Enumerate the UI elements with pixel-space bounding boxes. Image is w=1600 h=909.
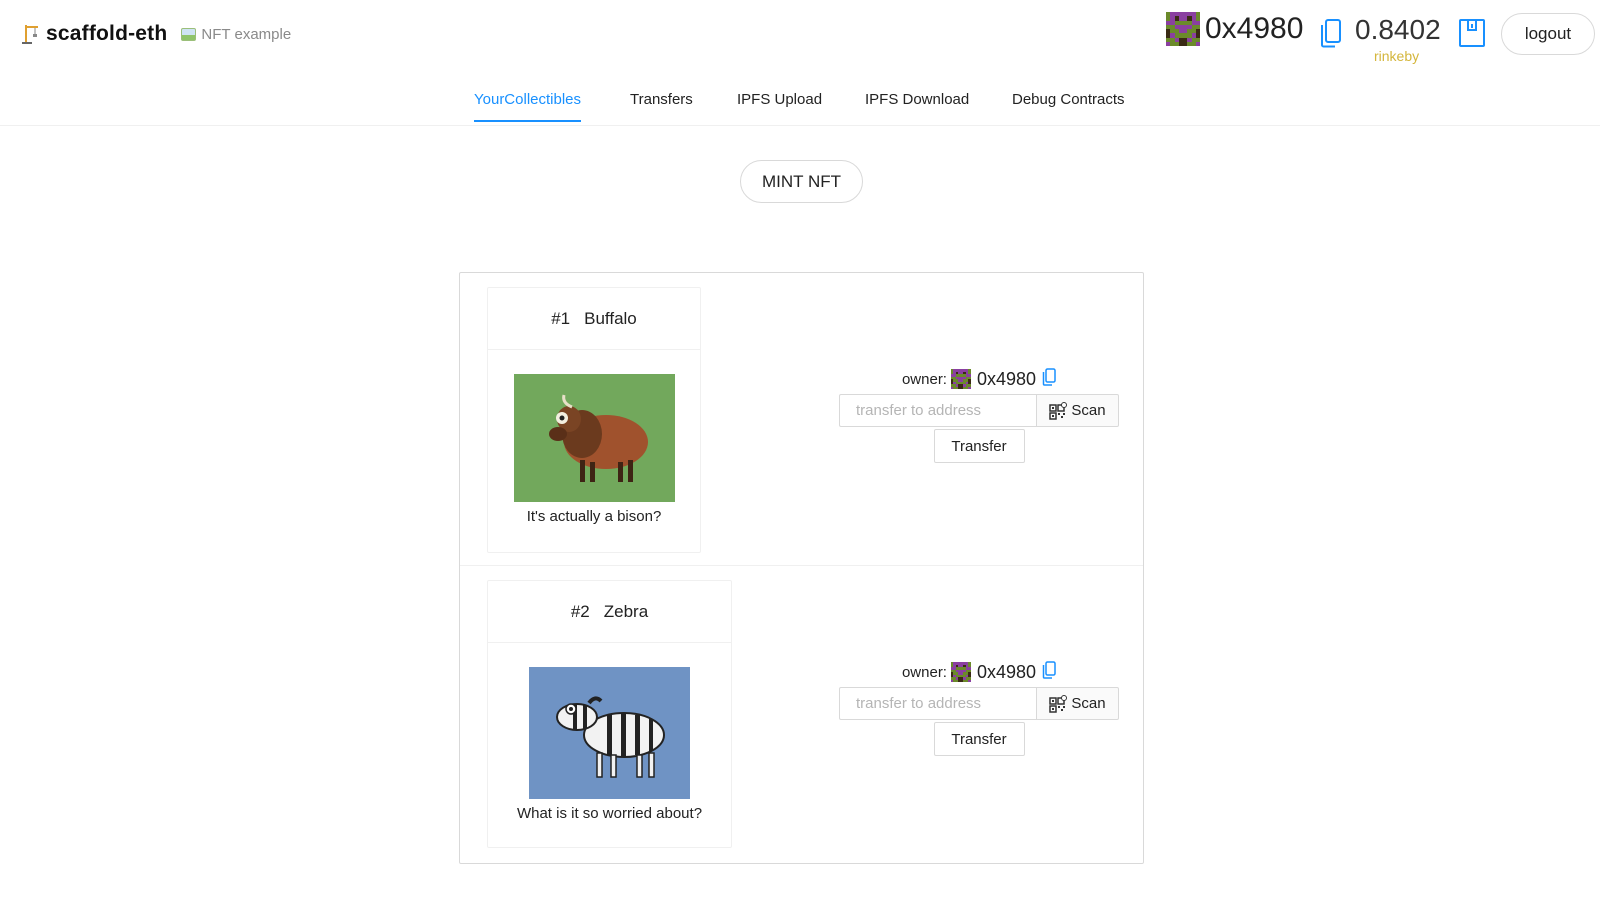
tab-transfers[interactable]: Transfers — [630, 91, 693, 120]
scan-label: Scan — [1071, 695, 1106, 712]
app-subtitle: NFT example — [181, 26, 291, 43]
nft-card: #2 Zebra What is it so worried about? — [487, 580, 732, 848]
owner-address[interactable]: 0x4980 — [977, 369, 1036, 390]
app-title[interactable]: scaffold-eth — [46, 22, 167, 46]
wallet-icon[interactable] — [1458, 18, 1486, 53]
account-balance[interactable]: 0.8402 — [1355, 14, 1441, 46]
account-address[interactable]: 0x4980 — [1205, 12, 1303, 46]
owner-address[interactable]: 0x4980 — [977, 662, 1036, 683]
scan-button[interactable]: Scan — [1036, 394, 1119, 427]
account-avatar — [1166, 12, 1200, 46]
tab-debug-contracts[interactable]: Debug Contracts — [1012, 91, 1125, 120]
nft-description: What is it so worried about? — [516, 805, 703, 822]
transfer-button[interactable]: Transfer — [933, 722, 1025, 756]
brand[interactable]: scaffold-eth NFT example — [22, 22, 291, 46]
list-item: #2 Zebra What is it so worried about? ow… — [460, 566, 1143, 863]
tab-your-collectibles[interactable]: YourCollectibles — [474, 91, 582, 122]
construction-crane-icon — [22, 23, 40, 45]
tab-ipfs-upload[interactable]: IPFS Upload — [737, 91, 822, 120]
qr-code-icon — [1049, 401, 1068, 420]
nft-name: Zebra — [603, 601, 649, 621]
subtitle-text: NFT example — [201, 25, 292, 43]
logout-button[interactable]: logout — [1501, 13, 1595, 55]
main-tabs: YourCollectibles Transfers IPFS Upload I… — [0, 78, 1600, 126]
copy-icon[interactable] — [1042, 368, 1056, 390]
nft-id: #2 — [570, 601, 590, 621]
mint-nft-button[interactable]: MINT NFT — [740, 160, 863, 203]
owner-line: owner: 0x4980 — [839, 661, 1119, 683]
transfer-address-input[interactable] — [839, 687, 1036, 720]
list-item: #1 Buffalo It's actually a bison? owner:… — [460, 273, 1143, 566]
owner-avatar — [950, 662, 971, 682]
transfer-row: Scan — [839, 687, 1119, 720]
scan-label: Scan — [1071, 402, 1106, 419]
owner-label: owner: — [901, 663, 947, 681]
transfer-panel: owner: 0x4980 transfer to address Scan T… — [839, 661, 1119, 756]
collectibles-list: #1 Buffalo It's actually a bison? owner:… — [459, 272, 1144, 864]
qr-code-icon — [1049, 694, 1068, 713]
app-header: scaffold-eth NFT example 0x4980 0.8402 r… — [0, 0, 1600, 75]
transfer-address-input[interactable] — [839, 394, 1036, 427]
nft-name: Buffalo — [584, 308, 637, 328]
nft-card: #1 Buffalo It's actually a bison? — [487, 287, 701, 553]
tab-ipfs-download[interactable]: IPFS Download — [865, 91, 969, 120]
owner-label: owner: — [901, 370, 947, 388]
copy-icon[interactable] — [1042, 661, 1056, 683]
picture-icon — [181, 27, 197, 41]
nft-card-title: #2 Zebra — [488, 581, 731, 643]
copy-icon[interactable] — [1320, 18, 1342, 53]
nft-image-zebra — [529, 667, 690, 799]
nft-card-title: #1 Buffalo — [488, 288, 700, 350]
nft-description: It's actually a bison? — [526, 508, 662, 525]
nft-image-buffalo — [513, 374, 675, 502]
scan-button[interactable]: Scan — [1036, 687, 1119, 720]
transfer-panel: owner: 0x4980 transfer to address Scan T… — [839, 368, 1119, 463]
transfer-button[interactable]: Transfer — [933, 429, 1025, 463]
transfer-row: Scan — [839, 394, 1119, 427]
nft-id: #1 — [551, 308, 571, 328]
owner-avatar — [950, 369, 971, 389]
network-name: rinkeby — [1374, 48, 1420, 64]
owner-line: owner: 0x4980 — [839, 368, 1119, 390]
